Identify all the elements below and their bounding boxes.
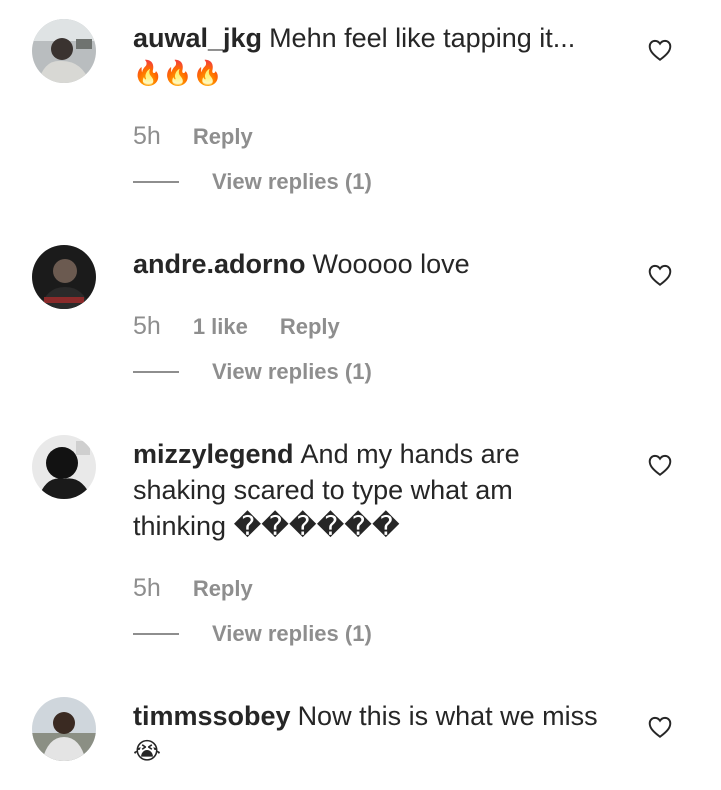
crying-face-emoji: 😭 [133,738,162,765]
avatar[interactable] [32,435,96,499]
comment-meta: 5h 1 like Reply [133,312,340,341]
fire-emoji: 🔥🔥🔥 [133,60,223,87]
avatar[interactable] [32,245,96,309]
comment-username[interactable]: timmssobey [133,701,291,731]
comment-username[interactable]: mizzylegend [133,439,294,469]
comment-time: 5h [133,312,161,340]
heart-outline-icon[interactable] [647,452,673,478]
heart-outline-icon[interactable] [647,262,673,288]
divider [133,371,179,373]
comment-username[interactable]: auwal_jkg [133,23,262,53]
comment-body: Mehn feel like tapping it... [269,23,576,53]
avatar[interactable] [32,19,96,83]
like-count[interactable]: 1 like [193,314,248,339]
view-replies-button[interactable]: View replies (1) [212,358,372,386]
divider [133,633,179,635]
comment-body: Wooooo love [312,249,470,279]
comment-text: timmssobey Now this is what we miss [133,698,603,734]
comment-meta: 5h Reply [133,574,253,603]
comment-time: 5h [133,122,161,150]
comment-text: mizzylegend And my hands are shaking scar… [133,436,553,544]
comment-meta: 5h Reply [133,122,253,151]
reply-button[interactable]: Reply [280,314,340,339]
comment-body: Now this is what we miss [297,701,598,731]
divider [133,181,179,183]
view-replies-button[interactable]: View replies (1) [212,620,372,648]
comment-username[interactable]: andre.adorno [133,249,306,279]
avatar[interactable] [32,697,96,761]
reply-button[interactable]: Reply [193,124,253,149]
comment-text: auwal_jkg Mehn feel like tapping it... [133,20,603,56]
comment-time: 5h [133,574,161,602]
heart-outline-icon[interactable] [647,37,673,63]
comment-text: andre.adorno Wooooo love [133,246,603,282]
view-replies-button[interactable]: View replies (1) [212,168,372,196]
reply-button[interactable]: Reply [193,576,253,601]
heart-outline-icon[interactable] [647,714,673,740]
